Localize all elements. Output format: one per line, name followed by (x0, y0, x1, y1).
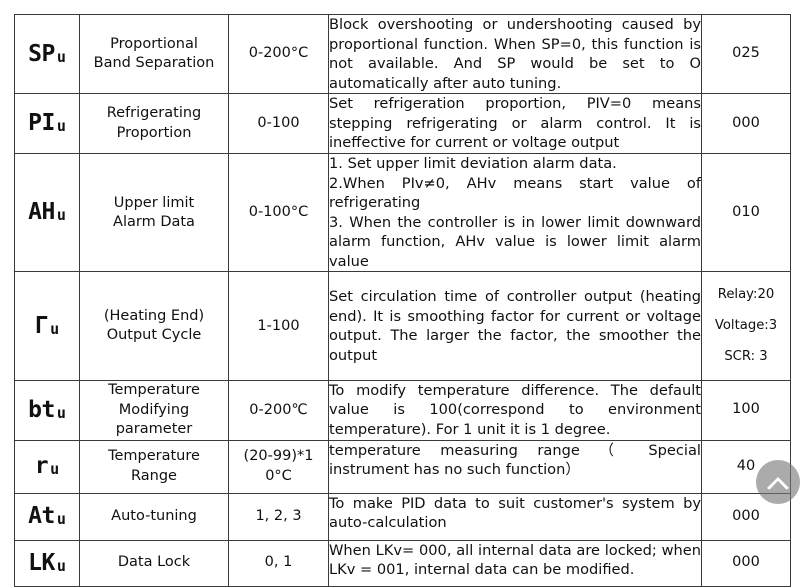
parameter-description: When LKv= 000, all internal data are loc… (329, 541, 701, 579)
table-body: SP u Proportional Band Separation 0-200°C … (14, 13, 791, 587)
parameter-range-cell: 0-100 (228, 93, 329, 155)
parameter-default: 000 (732, 114, 760, 131)
parameter-name: Proportional Band Separation (93, 35, 215, 72)
parameter-table: SP u Proportional Band Separation 0-200°C … (14, 13, 791, 587)
table-row: At u Auto-tuning 1, 2, 3 To make PID data… (14, 492, 791, 541)
parameter-description-cell: Block overshooting or undershooting caus… (328, 13, 702, 95)
parameter-code: r (34, 453, 49, 480)
parameter-description-cell: temperature measuring range （ Special in… (328, 439, 702, 494)
parameter-default-cell: 025 (701, 13, 791, 95)
parameter-default: Relay:20 Voltage:3 SCR: 3 (714, 286, 778, 365)
parameter-name: Upper limit Alarm Data (113, 194, 195, 230)
parameter-code-cell: Γu (14, 271, 80, 381)
parameter-code-cell: LK u (14, 539, 80, 587)
parameter-default: 000 (732, 507, 760, 524)
parameter-code: Γ (34, 312, 49, 339)
parameter-name: Temperature Modifying parameter (108, 382, 200, 437)
parameter-range-cell: 0-200°C (228, 13, 329, 95)
parameter-code-cell: SP u (14, 13, 80, 95)
parameter-range-cell: (20-99)*1 0°C (228, 439, 329, 494)
table-row: bt u Temperature Modifying parameter 0-200℃… (14, 379, 791, 441)
parameter-description-cell: To modify temperature difference. The de… (328, 379, 702, 441)
parameter-code-suffix: u (56, 117, 66, 136)
parameter-code-suffix: u (50, 319, 60, 338)
parameter-description: 1. Set upper limit deviation alarm data.… (329, 155, 701, 270)
parameter-range: 1, 2, 3 (255, 507, 302, 524)
parameter-name-cell: Refrigerating Proportion (79, 93, 229, 155)
parameter-description: To modify temperature difference. The de… (329, 381, 701, 438)
parameter-description-cell: 1. Set upper limit deviation alarm data.… (328, 153, 702, 273)
table-row: PI u Refrigerating Proportion 0-100 Set re… (14, 93, 791, 155)
table-row: AH u Upper limit Alarm Data 0-100°C 1. Set… (14, 153, 791, 273)
parameter-code-suffix: u (56, 47, 66, 66)
parameter-default: 025 (732, 45, 760, 62)
parameter-code: At (28, 503, 55, 530)
parameter-default: 000 (732, 554, 760, 571)
parameter-name: Auto-tuning (111, 507, 197, 524)
parameter-description: Block overshooting or undershooting caus… (329, 16, 701, 92)
parameter-default: 40 (736, 457, 756, 474)
chevron-up-icon (765, 474, 791, 490)
parameter-range: 0-100 (257, 115, 300, 132)
parameter-code: SP (28, 40, 55, 67)
parameter-default-cell: Relay:20 Voltage:3 SCR: 3 (701, 271, 791, 381)
parameter-name-cell: Temperature Range (79, 439, 229, 494)
parameter-default: 010 (732, 204, 760, 221)
parameter-name-cell: Temperature Modifying parameter (79, 379, 229, 441)
table-row: ru Temperature Range (20-99)*1 0°C tempera… (14, 439, 791, 494)
parameter-default-cell: 000 (701, 93, 791, 155)
parameter-name-cell: (Heating End) Output Cycle (79, 271, 229, 381)
parameter-name: Refrigerating Proportion (106, 105, 202, 141)
parameter-code: bt (28, 396, 55, 423)
parameter-range: 0-200°C (248, 45, 309, 62)
parameter-code-cell: bt u (14, 379, 80, 441)
parameter-code-cell: At u (14, 492, 80, 541)
scroll-to-top-button[interactable] (756, 460, 800, 504)
parameter-description: Set circulation time of controller outpu… (329, 288, 701, 364)
parameter-name-cell: Proportional Band Separation (79, 13, 229, 95)
parameter-range: 0, 1 (264, 554, 293, 571)
parameter-description-cell: Set circulation time of controller outpu… (328, 271, 702, 381)
parameter-name-cell: Upper limit Alarm Data (79, 153, 229, 273)
parameter-range-cell: 0-200℃ (228, 379, 329, 441)
parameter-name-cell: Data Lock (79, 539, 229, 587)
parameter-range: 0-100°C (248, 204, 309, 221)
parameter-range: (20-99)*1 0°C (243, 448, 314, 484)
parameter-range-cell: 1-100 (228, 271, 329, 381)
parameter-name: Temperature Range (108, 448, 200, 484)
table-row: Γu (Heating End) Output Cycle 1-100 Set c… (14, 271, 791, 381)
parameter-default-cell: 000 (701, 539, 791, 587)
parameter-range: 1-100 (257, 317, 300, 334)
parameter-description: Set refrigeration proportion, PIV=0 mean… (329, 95, 701, 152)
parameter-code-cell: AH u (14, 153, 80, 273)
parameter-default: 100 (732, 401, 760, 418)
parameter-description-cell: Set refrigeration proportion, PIV=0 mean… (328, 93, 702, 155)
parameter-code: AH (28, 199, 55, 226)
parameter-default-cell: 100 (701, 379, 791, 441)
parameter-code-cell: PI u (14, 93, 80, 155)
parameter-description-cell: When LKv= 000, all internal data are loc… (328, 539, 702, 587)
parameter-name: (Heating End) Output Cycle (103, 307, 205, 344)
table-row: SP u Proportional Band Separation 0-200°C … (14, 13, 791, 95)
parameter-code: PI (28, 110, 55, 137)
parameter-range: 0-200℃ (249, 401, 308, 418)
parameter-default-cell: 010 (701, 153, 791, 273)
parameter-code-suffix: u (50, 460, 60, 479)
parameter-range-cell: 0, 1 (228, 539, 329, 587)
table-row: LK u Data Lock 0, 1 When LKv= 000, all in… (14, 539, 791, 587)
parameter-range-cell: 1, 2, 3 (228, 492, 329, 541)
parameter-range-cell: 0-100°C (228, 153, 329, 273)
parameter-name: Data Lock (117, 554, 191, 571)
parameter-name-cell: Auto-tuning (79, 492, 229, 541)
parameter-code-suffix: u (56, 206, 66, 225)
parameter-code-suffix: u (56, 510, 66, 529)
parameter-description-cell: To make PID data to suit customer's syst… (328, 492, 702, 541)
parameter-code-suffix: u (56, 556, 66, 575)
parameter-description: temperature measuring range （ Special in… (329, 441, 701, 479)
parameter-code: LK (28, 549, 55, 576)
parameter-code-suffix: u (56, 403, 66, 422)
parameter-code-cell: ru (14, 439, 80, 494)
